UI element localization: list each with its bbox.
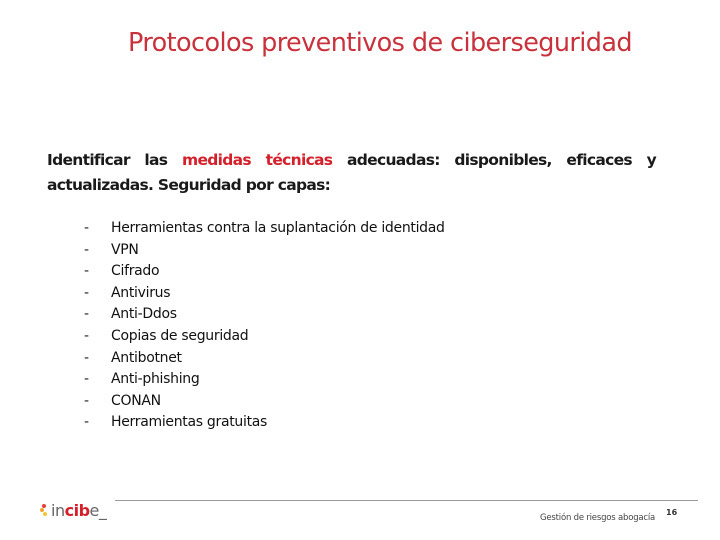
list-item-label: CONAN — [111, 392, 161, 409]
intro-line-2: actualizadas. Seguridad por capas: — [47, 176, 331, 194]
footer-divider — [115, 500, 698, 501]
list-item: - Cifrado — [84, 261, 445, 283]
intro-paragraph: Identificar las medidas técnicas adecuad… — [47, 148, 657, 198]
dash-bullet: - — [84, 241, 89, 258]
list-item-label: Antivirus — [111, 284, 171, 301]
dash-bullet: - — [84, 371, 89, 388]
list-item: - Anti-phishing — [84, 369, 445, 391]
intro-text-part1: Identificar las — [47, 151, 182, 169]
list-item-label: Herramientas gratuitas — [111, 414, 268, 431]
footer-caption: Gestión de riesgos abogacía — [540, 513, 656, 523]
list-item: - VPN — [84, 240, 445, 262]
list-item-label: Anti-Ddos — [111, 306, 177, 323]
incibe-logo: in cib e _ — [40, 500, 107, 520]
list-item-label: Copias de seguridad — [111, 327, 249, 344]
slide-title: Protocolos preventivos de ciberseguridad — [128, 28, 633, 58]
dash-bullet: - — [84, 327, 89, 344]
dash-bullet: - — [84, 349, 89, 366]
intro-highlight: medidas técnicas — [182, 151, 333, 169]
list-item-label: Anti-phishing — [111, 371, 200, 388]
logo-text-thin: in — [51, 500, 65, 520]
list-item-label: VPN — [111, 241, 139, 258]
dash-bullet: - — [84, 306, 89, 323]
list-item-label: Antibotnet — [111, 349, 182, 366]
measures-list: - Herramientas contra la suplantación de … — [84, 218, 445, 434]
list-item: - Antibotnet — [84, 348, 445, 370]
logo-text-tail: e — [89, 500, 100, 520]
page-number: 16 — [666, 508, 678, 517]
list-item: - Copias de seguridad — [84, 326, 445, 348]
list-item-label: Cifrado — [111, 263, 160, 280]
dash-bullet: - — [84, 220, 89, 236]
intro-text-part2: adecuadas: disponibles, eficaces y — [332, 151, 657, 169]
list-item: - Herramientas contra la suplantación de … — [84, 218, 445, 240]
list-item: - Herramientas gratuitas — [84, 412, 445, 434]
dash-bullet: - — [84, 414, 89, 431]
logo-text-bold: cib — [64, 500, 90, 520]
dash-bullet: - — [84, 392, 89, 409]
logo-underscore: _ — [98, 500, 107, 520]
dash-bullet: - — [84, 263, 89, 280]
list-item: - CONAN — [84, 391, 445, 413]
logo-mark-icon — [40, 504, 48, 516]
list-item: - Antivirus — [84, 283, 445, 305]
list-item: - Anti-Ddos — [84, 304, 445, 326]
dash-bullet: - — [84, 284, 89, 301]
list-item-label: Herramientas contra la suplantación de i… — [111, 220, 445, 236]
intro-line-1: Identificar las medidas técnicas adecuad… — [47, 148, 657, 173]
